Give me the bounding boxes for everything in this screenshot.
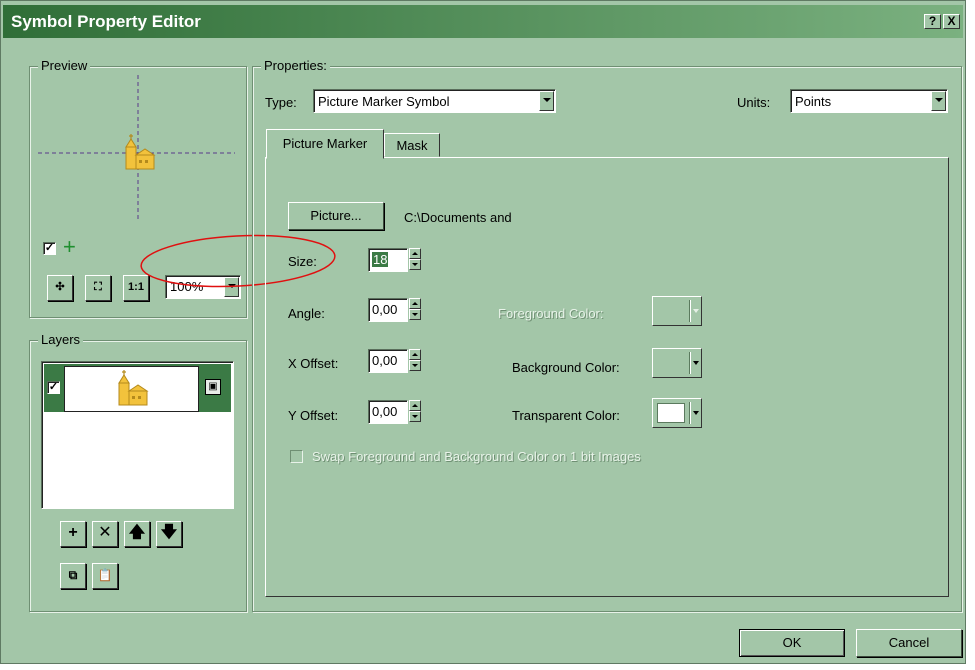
chevron-down-icon[interactable] (539, 91, 554, 111)
type-label: Type: (265, 95, 297, 110)
church-symbol-icon (118, 370, 149, 406)
angle-value: 0,00 (372, 302, 398, 317)
background-color-label: Background Color: (512, 360, 620, 375)
cancel-button[interactable]: Cancel (856, 629, 962, 657)
picture-path: C:\Documents and (404, 210, 512, 225)
paste-layer-button[interactable]: 📋 (92, 563, 118, 589)
arrow-up-icon: 🡅 (128, 524, 146, 541)
layer-symbol-thumbnail (64, 366, 199, 412)
copy-icon: ⧉ (68, 568, 78, 582)
size-spinner[interactable] (409, 248, 421, 270)
zoom-out-button[interactable]: ⛶ (85, 275, 111, 301)
shrink-arrows-icon: ✣ (55, 281, 65, 293)
layers-group-label: Layers (38, 332, 84, 347)
chevron-down-icon[interactable] (931, 91, 946, 111)
x-offset-label: X Offset: (288, 356, 339, 371)
layers-list[interactable]: ✓ ▣ (41, 361, 234, 509)
type-value: Picture Marker Symbol (318, 94, 450, 109)
picture-marker-panel: Picture... C:\Documents and Size: 18 Ang… (265, 157, 949, 597)
layer-visible-checkbox[interactable]: ✓ (47, 381, 60, 394)
preview-checkbox[interactable]: ✓ (43, 242, 56, 255)
move-layer-up-button[interactable]: 🡅 (124, 521, 150, 547)
ok-button[interactable]: OK (739, 629, 845, 657)
y-offset-input[interactable]: 0,00 (368, 400, 408, 424)
paste-icon: 📋 (97, 568, 113, 582)
y-offset-spinner[interactable] (409, 400, 421, 422)
zoom-in-button[interactable]: ✣ (47, 275, 73, 301)
remove-layer-button[interactable]: ✕ (92, 521, 118, 547)
angle-input[interactable]: 0,00 (368, 298, 408, 322)
add-plus-icon[interactable]: + (63, 234, 76, 260)
transparent-color-button[interactable] (652, 398, 702, 428)
close-button[interactable]: X (943, 14, 960, 29)
church-symbol-icon (125, 134, 156, 170)
angle-spinner[interactable] (409, 298, 421, 320)
properties-group-label: Properties: (261, 58, 330, 73)
window-title: Symbol Property Editor (11, 12, 201, 31)
y-offset-value: 0,00 (372, 404, 398, 419)
size-input[interactable]: 18 (368, 248, 408, 272)
x-offset-input[interactable]: 0,00 (368, 349, 408, 373)
angle-label: Angle: (288, 306, 325, 321)
background-color-button[interactable] (652, 348, 702, 378)
copy-layer-button[interactable]: ⧉ (60, 563, 86, 589)
title-bar[interactable]: Symbol Property Editor ? X (3, 5, 963, 38)
x-offset-value: 0,00 (372, 353, 398, 368)
lock-layer-icon[interactable]: ▣ (205, 379, 221, 395)
swap-colors-label: Swap Foreground and Background Color on … (312, 449, 641, 464)
expand-arrows-icon: ⛶ (94, 281, 102, 293)
add-layer-button[interactable]: + (60, 521, 86, 547)
tab-mask[interactable]: Mask (384, 133, 440, 157)
x-icon: ✕ (98, 524, 112, 541)
layers-group: Layers ✓ ▣ + ✕ 🡅 🡇 ⧉ 📋 (29, 332, 247, 612)
units-label: Units: (737, 95, 771, 110)
tab-picture-marker[interactable]: Picture Marker (266, 129, 384, 159)
foreground-color-label: Foreground Color: (498, 306, 604, 321)
symbol-property-editor-window: Symbol Property Editor ? X Preview ✓ + ✣ (0, 0, 966, 664)
arrow-down-icon: 🡇 (160, 524, 178, 541)
size-value: 18 (372, 252, 389, 267)
layer-row-selected[interactable]: ✓ ▣ (44, 364, 231, 412)
x-offset-spinner[interactable] (409, 349, 421, 371)
size-label: Size: (288, 254, 317, 269)
transparent-color-label: Transparent Color: (512, 408, 620, 423)
units-combobox[interactable]: Points (790, 89, 948, 113)
units-value: Points (795, 94, 832, 109)
foreground-color-button[interactable] (652, 296, 702, 326)
properties-group: Properties: Type: Picture Marker Symbol … (252, 58, 962, 612)
type-combobox[interactable]: Picture Marker Symbol (313, 89, 556, 113)
picture-button[interactable]: Picture... (288, 202, 384, 230)
plus-icon: + (68, 524, 78, 541)
swap-colors-checkbox[interactable] (290, 450, 303, 463)
y-offset-label: Y Offset: (288, 408, 339, 423)
move-layer-down-button[interactable]: 🡇 (156, 521, 182, 547)
help-button[interactable]: ? (924, 14, 941, 29)
